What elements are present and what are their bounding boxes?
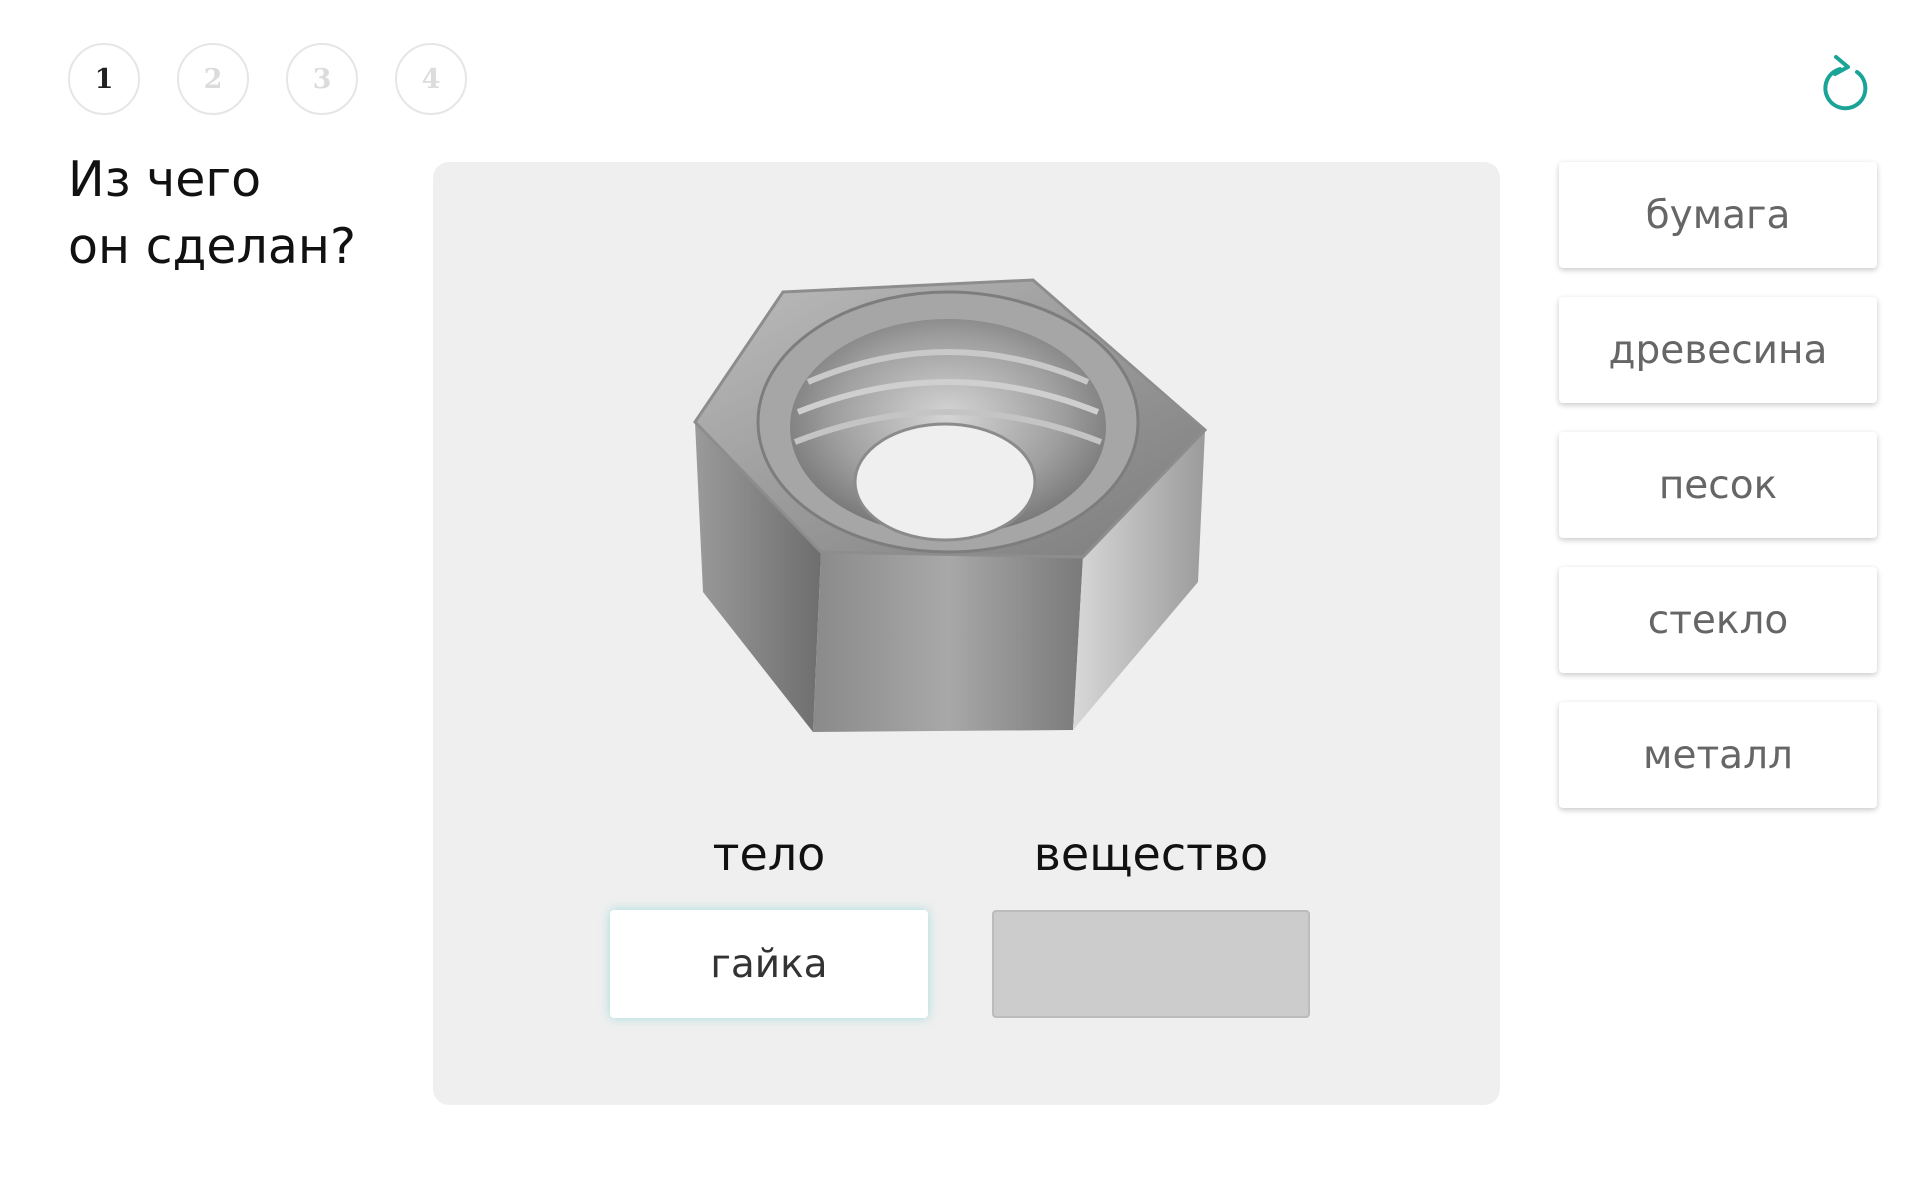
body-column-label: тело	[712, 827, 826, 881]
answer-options: бумага древесина песок стекло металл	[1559, 162, 1877, 837]
exercise-page: 1 2 3 4 Из чего он сделан? тело вещество…	[0, 0, 1920, 1200]
option-card[interactable]: стекло	[1559, 567, 1877, 673]
step-2-button[interactable]: 2	[177, 43, 249, 115]
hex-nut-image	[693, 278, 1208, 732]
exercise-card: тело вещество гайка	[433, 162, 1500, 1105]
option-card[interactable]: песок	[1559, 432, 1877, 538]
question-line-1: Из чего	[68, 151, 262, 208]
reset-icon[interactable]	[1816, 52, 1876, 116]
substance-column-label: вещество	[1033, 827, 1269, 881]
body-slot-value[interactable]: гайка	[710, 942, 827, 987]
step-1-button[interactable]: 1	[68, 43, 140, 115]
option-card[interactable]: древесина	[1559, 297, 1877, 403]
substance-drop-slot[interactable]	[992, 910, 1310, 1018]
body-drop-slot[interactable]: гайка	[610, 910, 928, 1018]
option-card[interactable]: бумага	[1559, 162, 1877, 268]
question-line-2: он сделан?	[68, 218, 356, 275]
step-3-button[interactable]: 3	[286, 43, 358, 115]
step-navigation: 1 2 3 4	[68, 43, 467, 115]
question-text: Из чего он сделан?	[68, 146, 398, 280]
option-card[interactable]: металл	[1559, 702, 1877, 808]
step-4-button[interactable]: 4	[395, 43, 467, 115]
